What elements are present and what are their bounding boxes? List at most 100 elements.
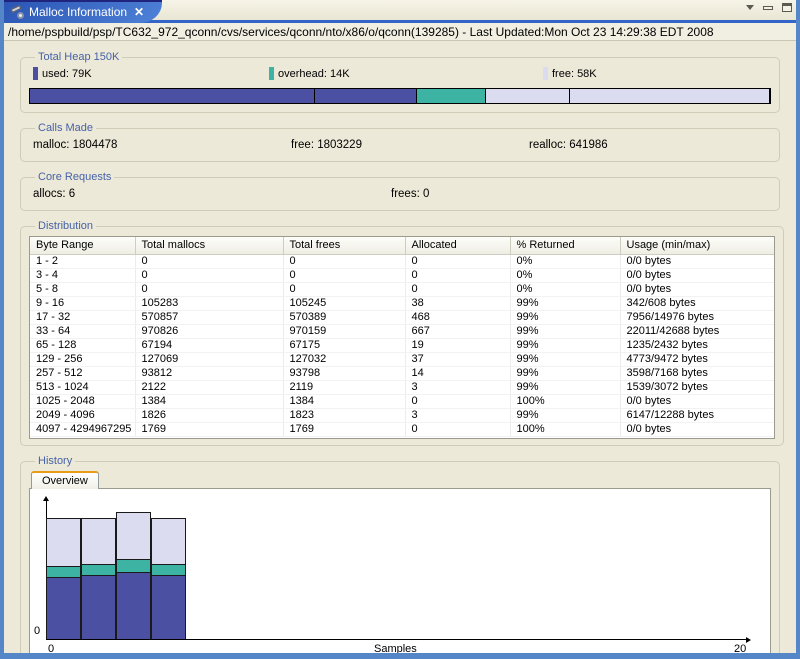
table-cell: 0: [283, 254, 406, 269]
table-row[interactable]: 513 - 1024 2122 2119 3 99% 1539/3072 bytes: [30, 380, 774, 395]
table-row[interactable]: 4097 - 4294967295 1769 1769 0 100% 0/0 bytes: [30, 422, 774, 437]
distribution-table: Byte Range Total mallocs Total frees Alloca…: [30, 237, 774, 437]
close-icon[interactable]: ✕: [134, 5, 144, 19]
table-row[interactable]: 65 - 128 67194 67175 19 99% 1235/2432 bytes: [30, 338, 774, 353]
history-chart: 0 0 20 Samples: [30, 489, 770, 655]
column-header--returned[interactable]: % Returned: [510, 237, 621, 255]
column-header-usage-min-max-[interactable]: Usage (min/max): [620, 237, 774, 255]
table-cell: 127069: [135, 352, 284, 367]
table-cell: 1826: [135, 408, 284, 423]
stat-free: free: 1803229: [291, 139, 362, 151]
tab-overview[interactable]: Overview: [31, 471, 99, 489]
table-cell: 38: [405, 296, 511, 311]
view-toolbar: [746, 3, 792, 12]
stat-realloc: realloc: 641986: [529, 139, 608, 151]
content: Total Heap 150K used: 79K overhead: 14K …: [4, 41, 796, 655]
distribution-title: Distribution: [38, 220, 94, 232]
table-row[interactable]: 129 - 256 127069 127032 37 99% 4773/9472 byte…: [30, 352, 774, 367]
table-row[interactable]: 3 - 4 0 0 0 0% 0/0 bytes: [30, 268, 774, 283]
table-row[interactable]: 5 - 8 0 0 0 0% 0/0 bytes: [30, 282, 774, 297]
table-cell: 970159: [283, 324, 406, 339]
table-row[interactable]: 257 - 512 93812 93798 14 99% 3598/7168 bytes: [30, 366, 774, 381]
view-menu-icon[interactable]: [746, 5, 754, 10]
bar-segment-free: [47, 519, 80, 566]
table-row[interactable]: 2049 - 4096 1826 1823 3 99% 6147/12288 bytes: [30, 408, 774, 423]
overhead-label: overhead: 14K: [278, 67, 350, 80]
table-cell: 1 - 2: [30, 254, 136, 269]
column-header-total-frees[interactable]: Total frees: [283, 237, 406, 255]
table-cell: 0/0 bytes: [620, 282, 774, 297]
heap-segment-overhead: [417, 89, 486, 103]
group-core-requests: Core Requests allocs: 6 frees: 0: [20, 171, 780, 211]
table-cell: 0: [283, 282, 406, 297]
stat-frees: frees: 0: [391, 188, 430, 200]
history-chart-panel: 0 0 20 Samples: [29, 488, 771, 655]
bar-segment-overhead: [82, 564, 115, 576]
table-row[interactable]: 1 - 2 0 0 0 0% 0/0 bytes: [30, 254, 774, 269]
bar-segment-free: [117, 513, 150, 560]
table-row[interactable]: 1025 - 2048 1384 1384 0 100% 0/0 bytes: [30, 394, 774, 409]
table-cell: 99%: [510, 366, 621, 381]
column-header-allocated[interactable]: Allocated: [405, 237, 511, 255]
table-cell: 14: [405, 366, 511, 381]
table-row[interactable]: 9 - 16 105283 105245 38 99% 342/608 bytes: [30, 296, 774, 311]
table-cell: 0: [405, 422, 511, 437]
core-requests-row: allocs: 6 frees: 0: [29, 188, 771, 204]
table-cell: 67175: [283, 338, 406, 353]
table-cell: 0: [405, 394, 511, 409]
chart-bar-sample-2: [116, 512, 151, 640]
table-cell: 3: [405, 380, 511, 395]
table-cell: 9 - 16: [30, 296, 136, 311]
free-swatch: [543, 67, 548, 80]
heap-band-divider: [569, 89, 571, 103]
table-row[interactable]: 33 - 64 970826 970159 667 99% 22011/42688 byt…: [30, 324, 774, 339]
table-cell: 1769: [283, 422, 406, 437]
tab-malloc-information[interactable]: Malloc Information ✕: [4, 0, 162, 23]
table-cell: 4097 - 4294967295: [30, 422, 136, 437]
table-cell: 513 - 1024: [30, 380, 136, 395]
table-cell: 667: [405, 324, 511, 339]
table-cell: 468: [405, 310, 511, 325]
table-cell: 0/0 bytes: [620, 422, 774, 437]
heap-band-divider: [314, 89, 316, 103]
x-tick-label-min: 0: [48, 643, 55, 655]
table-cell: 67194: [135, 338, 284, 353]
table-cell: 65 - 128: [30, 338, 136, 353]
table-cell: 1539/3072 bytes: [620, 380, 774, 395]
table-cell: 6147/12288 bytes: [620, 408, 774, 423]
table-cell: 2122: [135, 380, 284, 395]
table-cell: 22011/42688 bytes: [620, 324, 774, 339]
calls-made-row: malloc: 1804478 free: 1803229 realloc: 6…: [29, 139, 771, 155]
table-cell: 17 - 32: [30, 310, 136, 325]
legend-item-used: used: 79K: [33, 67, 92, 80]
bar-segment-used: [152, 575, 185, 639]
total-heap-title: Total Heap 150K: [38, 51, 120, 63]
table-cell: 0: [405, 268, 511, 283]
view-tab-bar: Malloc Information ✕: [4, 0, 796, 23]
table-row[interactable]: 17 - 32 570857 570389 468 99% 7956/14976 byte…: [30, 310, 774, 325]
table-cell: 570389: [283, 310, 406, 325]
calls-made-title: Calls Made: [38, 122, 94, 134]
legend-item-overhead: overhead: 14K: [269, 67, 350, 80]
stat-malloc: malloc: 1804478: [33, 139, 118, 151]
column-header-byte-range[interactable]: Byte Range: [30, 237, 136, 255]
chart-bar-sample-3: [151, 518, 186, 639]
table-cell: 1769: [135, 422, 284, 437]
column-header-total-mallocs[interactable]: Total mallocs: [135, 237, 284, 255]
distribution-header-row: Byte Range Total mallocs Total frees Alloca…: [30, 237, 774, 255]
table-cell: 1384: [135, 394, 284, 409]
axis-label-samples: Samples: [374, 643, 417, 655]
bar-segment-free: [82, 519, 115, 565]
table-cell: 570857: [135, 310, 284, 325]
table-cell: 0: [405, 254, 511, 269]
group-calls-made: Calls Made malloc: 1804478 free: 1803229…: [20, 122, 780, 162]
table-cell: 93798: [283, 366, 406, 381]
minimize-icon[interactable]: [763, 5, 773, 10]
maximize-icon[interactable]: [782, 3, 792, 12]
table-cell: 129 - 256: [30, 352, 136, 367]
distribution-table-container: Byte Range Total mallocs Total frees Alloca…: [29, 236, 775, 439]
table-cell: 7956/14976 bytes: [620, 310, 774, 325]
table-cell: 0: [135, 268, 284, 283]
table-cell: 3 - 4: [30, 268, 136, 283]
table-cell: 4773/9472 bytes: [620, 352, 774, 367]
